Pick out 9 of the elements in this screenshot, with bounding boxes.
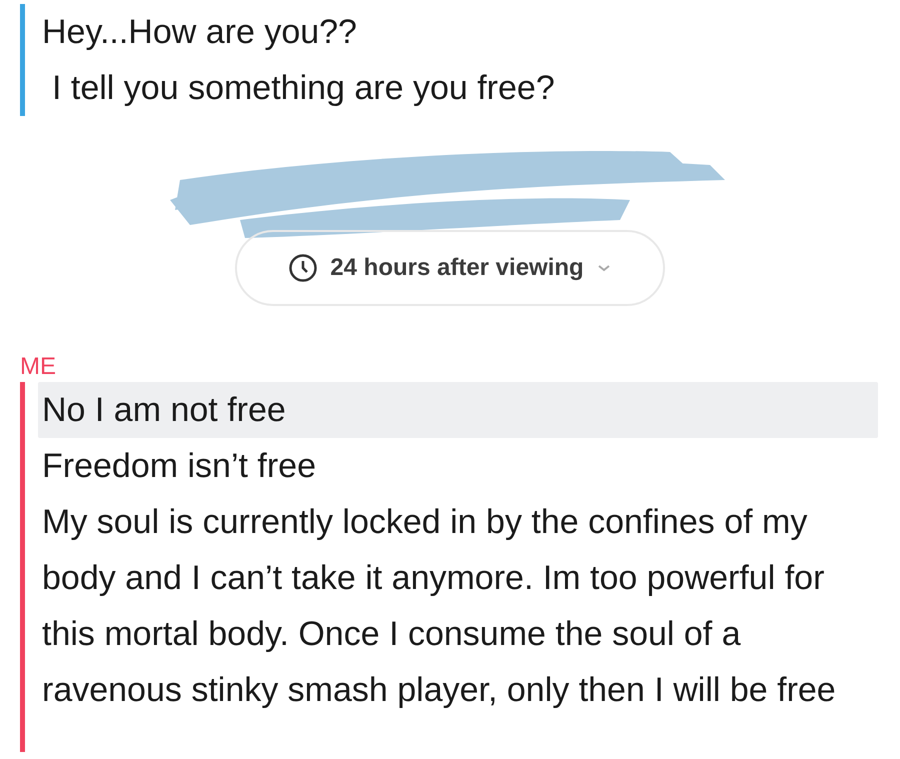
chevron-down-icon: [596, 263, 612, 273]
chat-message[interactable]: My soul is currently locked in by the confines of my body and I can’t take it anymore. Im too powerful for this mortal body. Once I consume the soul of a ravenous stinky smash player, only then I will be free: [38, 494, 878, 718]
chat-message[interactable]: I tell you something are you free?: [38, 60, 878, 116]
chat-message[interactable]: Freedom isn’t free: [38, 438, 878, 494]
chat-message[interactable]: Hey...How are you??: [38, 4, 878, 60]
expiry-selector[interactable]: 24 hours after viewing: [235, 230, 665, 306]
chat-message[interactable]: No I am not free: [38, 382, 878, 438]
sender-name: ME: [20, 352, 57, 382]
clock-icon: [288, 253, 318, 283]
